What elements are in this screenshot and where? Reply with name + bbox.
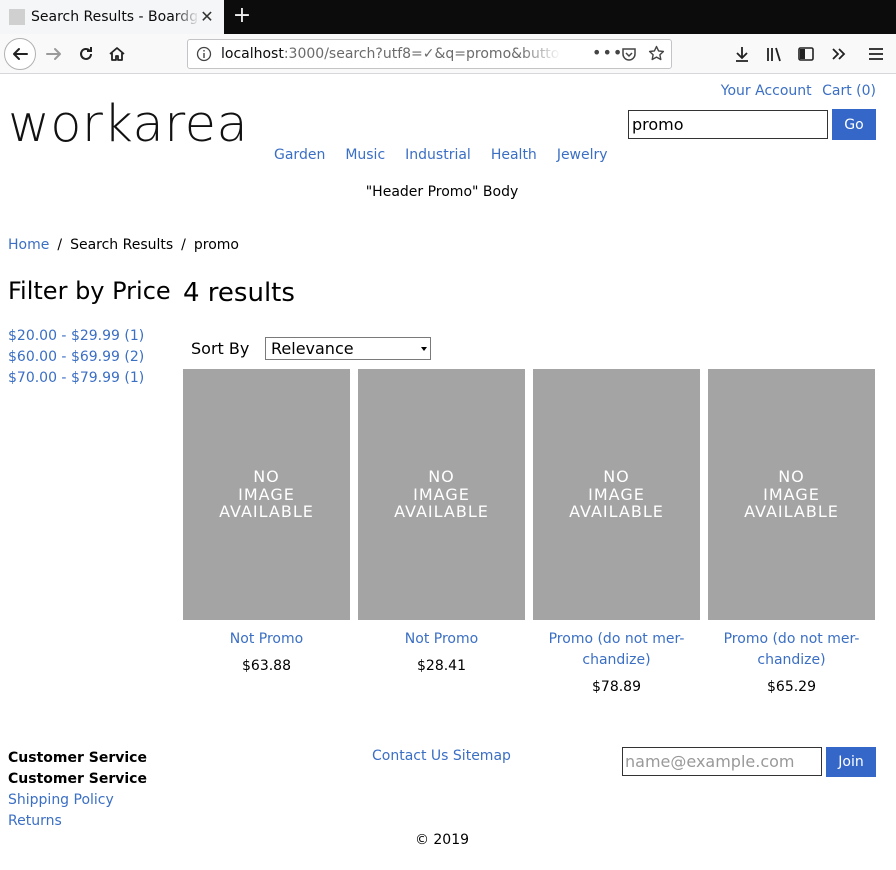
page-actions-icon[interactable]: ••• (592, 43, 623, 62)
sort-select[interactable]: Relevance (265, 337, 431, 360)
overflow-button[interactable] (822, 38, 854, 70)
library-icon (767, 47, 781, 62)
home-button[interactable] (101, 38, 133, 70)
price-filter-list: $20.00 - $29.99 (1) $60.00 - $69.99 (2) … (8, 326, 144, 389)
dropdown-caret-icon (421, 347, 427, 351)
reload-button[interactable] (70, 38, 102, 70)
price-filter-item[interactable]: $60.00 - $69.99 (2) (8, 347, 144, 368)
browser-tab-active[interactable]: Search Results - Boardgame ✕ (0, 0, 224, 34)
hamburger-menu-icon (869, 48, 883, 60)
product-card: NO IMAGE AVAILABLE Promo (do not mer-cha… (708, 369, 875, 695)
forward-arrow-icon (46, 48, 61, 60)
downloads-button[interactable] (726, 38, 758, 70)
join-button[interactable]: Join (826, 747, 876, 777)
search-input[interactable] (628, 110, 828, 139)
product-price: $28.41 (417, 658, 466, 674)
filter-title: Filter by Price (8, 277, 171, 305)
email-placeholder: name@example.com (625, 752, 795, 771)
sidebar-icon (798, 47, 814, 61)
product-price: $78.89 (592, 679, 641, 695)
nav-item-jewelry[interactable]: Jewelry (547, 147, 618, 163)
returns-link[interactable]: Returns (8, 811, 147, 832)
no-image-text: NO IMAGE AVAILABLE (219, 467, 314, 522)
product-price: $63.88 (242, 658, 291, 674)
cart-link[interactable]: Cart (0) (822, 83, 876, 99)
back-arrow-icon (13, 48, 28, 60)
header-promo: "Header Promo" Body (365, 184, 519, 200)
sidebar-button[interactable] (790, 38, 822, 70)
nav-item-health[interactable]: Health (481, 147, 547, 163)
site-logo[interactable]: workarea (8, 95, 248, 155)
breadcrumb: Home / Search Results / promo (8, 237, 239, 253)
browser-nav-bar: localhost:3000/search?utf8=✓&q=promo&but… (0, 34, 896, 74)
footer-heading: Customer Service (8, 750, 147, 766)
price-filter-item[interactable]: $20.00 - $29.99 (1) (8, 326, 144, 347)
forward-button[interactable] (38, 38, 70, 70)
home-icon (109, 47, 125, 61)
breadcrumb-query: promo (193, 237, 239, 253)
bookmark-star-icon[interactable] (648, 45, 665, 62)
breadcrumb-separator: / (181, 237, 186, 253)
main-navigation: Garden Music Industrial Health Jewelry (264, 147, 618, 163)
product-image[interactable]: NO IMAGE AVAILABLE (358, 369, 525, 620)
product-name-link[interactable]: Promo (do not mer-chandize) (708, 629, 875, 671)
page-favicon-icon (9, 9, 25, 25)
product-image[interactable]: NO IMAGE AVAILABLE (533, 369, 700, 620)
nav-item-garden[interactable]: Garden (264, 147, 335, 163)
url-path: :3000/search?utf8=✓&q=promo&button= (283, 46, 561, 62)
contact-us-link[interactable]: Contact Us (372, 748, 448, 764)
url-text[interactable]: localhost:3000/search?utf8=✓&q=promo&but… (221, 46, 561, 62)
product-card: NO IMAGE AVAILABLE Not Promo $28.41 (358, 369, 525, 695)
product-card: NO IMAGE AVAILABLE Not Promo $63.88 (183, 369, 350, 695)
product-name-link[interactable]: Promo (do not mer-chandize) (533, 629, 700, 671)
sort-label: Sort By (191, 339, 250, 358)
footer-heading: Customer Service (8, 771, 147, 787)
site-info-icon[interactable] (196, 46, 212, 62)
nav-item-music[interactable]: Music (335, 147, 395, 163)
product-image[interactable]: NO IMAGE AVAILABLE (183, 369, 350, 620)
product-price: $65.29 (767, 679, 816, 695)
download-icon (736, 47, 748, 62)
pocket-icon[interactable] (621, 46, 637, 62)
no-image-text: NO IMAGE AVAILABLE (744, 467, 839, 522)
shipping-policy-link[interactable]: Shipping Policy (8, 790, 147, 811)
results-count-title: 4 results (183, 278, 295, 308)
price-filter-item[interactable]: $70.00 - $79.99 (1) (8, 368, 144, 389)
tab-title: Search Results - Boardgame (31, 9, 199, 25)
library-button[interactable] (758, 38, 790, 70)
copyright: © 2019 (414, 832, 470, 848)
tab-close-icon[interactable]: ✕ (198, 8, 216, 26)
breadcrumb-separator: / (57, 237, 63, 253)
breadcrumb-search-results: Search Results (70, 237, 174, 253)
no-image-text: NO IMAGE AVAILABLE (394, 467, 489, 522)
newsletter-email-input[interactable]: name@example.com (622, 747, 822, 776)
url-host: localhost (221, 46, 284, 62)
new-tab-button[interactable]: + (230, 4, 254, 28)
product-grid: NO IMAGE AVAILABLE Not Promo $63.88 NO I… (183, 369, 875, 695)
account-links: Your Account Cart (0) (715, 83, 876, 99)
footer-links: Contact Us Sitemap (372, 748, 511, 764)
product-image[interactable]: NO IMAGE AVAILABLE (708, 369, 875, 620)
your-account-link[interactable]: Your Account (721, 83, 812, 99)
no-image-text: NO IMAGE AVAILABLE (569, 467, 664, 522)
browser-tab-bar: Search Results - Boardgame ✕ + (0, 0, 896, 34)
address-bar[interactable]: localhost:3000/search?utf8=✓&q=promo&but… (187, 39, 672, 69)
product-card: NO IMAGE AVAILABLE Promo (do not mer-cha… (533, 369, 700, 695)
nav-item-industrial[interactable]: Industrial (395, 147, 481, 163)
search-go-button[interactable]: Go (832, 109, 876, 140)
sort-selected-value: Relevance (271, 339, 354, 358)
reload-icon (80, 47, 92, 60)
sitemap-link[interactable]: Sitemap (453, 748, 511, 764)
menu-button[interactable] (860, 38, 892, 70)
product-name-link[interactable]: Not Promo (183, 629, 350, 650)
footer-customer-service: Customer Service Customer Service Shippi… (8, 748, 147, 832)
breadcrumb-home-link[interactable]: Home (8, 237, 49, 253)
chevron-double-right-icon (832, 48, 846, 60)
back-button[interactable] (4, 38, 36, 70)
product-name-link[interactable]: Not Promo (358, 629, 525, 650)
